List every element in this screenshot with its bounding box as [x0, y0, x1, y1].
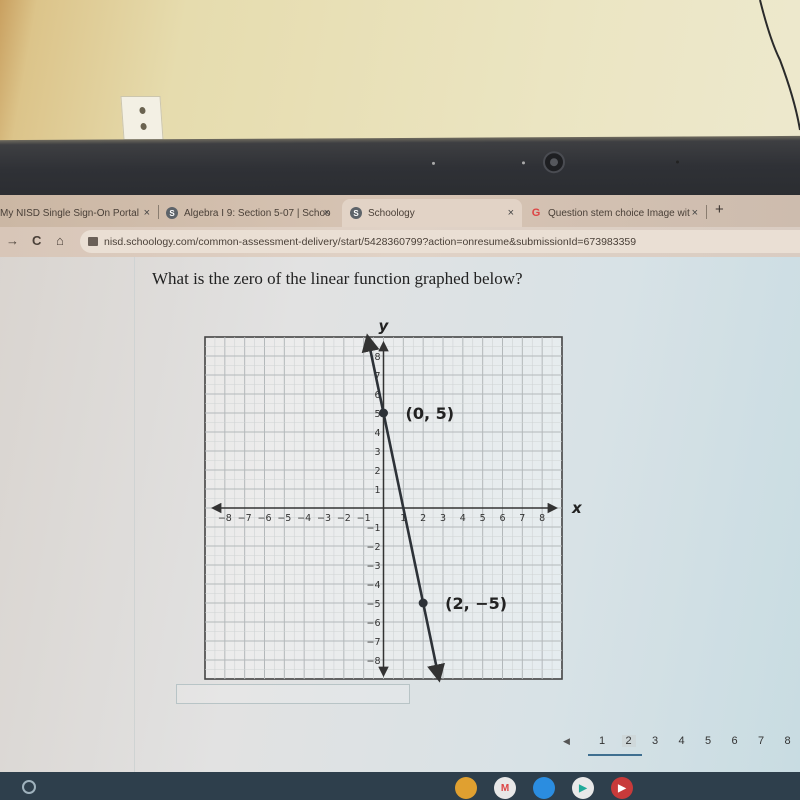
- x-axis-label: x: [571, 499, 583, 517]
- x-tick-label: 5: [480, 513, 486, 524]
- data-point: [418, 598, 428, 608]
- close-tab-icon[interactable]: ×: [508, 207, 514, 219]
- home-button[interactable]: ⌂: [56, 233, 64, 248]
- reload-button[interactable]: C: [32, 233, 41, 248]
- page-info-icon[interactable]: [88, 237, 98, 246]
- x-tick-label: −3: [317, 513, 331, 524]
- page-4-button[interactable]: 4: [675, 735, 689, 747]
- address-bar[interactable]: nisd.schoology.com/common-assessment-del…: [80, 230, 800, 253]
- close-tab-icon[interactable]: ×: [692, 207, 698, 219]
- page-3-button[interactable]: 3: [648, 735, 662, 747]
- x-tick-label: −7: [238, 513, 252, 524]
- tab-title: Schoology: [368, 207, 415, 219]
- chrome-icon[interactable]: [455, 777, 477, 799]
- launcher-icon[interactable]: [22, 780, 36, 794]
- sensor-dot: [676, 160, 679, 164]
- x-tick-label: −2: [337, 513, 351, 524]
- page-7-button[interactable]: 7: [754, 735, 768, 747]
- y-tick-label: −1: [366, 523, 380, 534]
- tab-algebra-section[interactable]: S Algebra I 9: Section 5-07 | Schoo ×: [166, 199, 338, 227]
- new-tab-button[interactable]: +: [715, 201, 724, 218]
- page-5-button[interactable]: 5: [701, 735, 715, 747]
- y-tick-label: 2: [374, 466, 380, 477]
- question-text: What is the zero of the linear function …: [152, 269, 523, 288]
- x-tick-label: −5: [277, 513, 291, 524]
- x-tick-label: 7: [519, 513, 525, 524]
- page-8-button[interactable]: 8: [781, 735, 795, 747]
- point-label: (0, 5): [406, 404, 455, 423]
- tab-nisd-portal[interactable]: My NISD Single Sign-On Portal ×: [0, 199, 158, 227]
- y-tick-label: 3: [374, 447, 380, 458]
- google-icon: G: [531, 207, 541, 219]
- question-pagination: ◀ 123 45 67 8: [555, 733, 800, 757]
- tab-bar: My NISD Single Sign-On Portal × S Algebr…: [0, 195, 800, 227]
- gmail-icon[interactable]: M: [494, 777, 516, 799]
- close-tab-icon[interactable]: ×: [324, 207, 330, 219]
- play-store-icon[interactable]: ▶: [572, 777, 594, 799]
- tab-title: Question stem choice Image wit: [548, 207, 690, 219]
- wall-outlet: [120, 96, 164, 140]
- y-tick-label: 8: [374, 352, 380, 363]
- y-tick-label: 1: [374, 485, 380, 496]
- page-2-button[interactable]: 2: [621, 735, 636, 747]
- page-6-button[interactable]: 6: [728, 735, 742, 747]
- tab-title: Algebra I 9: Section 5-07 | Schoo: [184, 207, 331, 219]
- schoology-icon: S: [166, 207, 178, 219]
- progress-underline: [588, 754, 642, 756]
- files-icon[interactable]: [533, 777, 555, 799]
- sensor-dot: [522, 161, 525, 165]
- x-tick-label: 4: [460, 513, 466, 524]
- y-axis-label: y: [379, 317, 390, 335]
- x-tick-label: −8: [218, 513, 232, 524]
- point-label: (2, −5): [445, 594, 507, 613]
- x-tick-label: 8: [539, 513, 545, 524]
- x-tick-label: 6: [499, 513, 505, 524]
- chromeos-shelf: M ▶ ▶: [0, 772, 800, 800]
- youtube-icon[interactable]: ▶: [611, 777, 633, 799]
- y-tick-label: 4: [374, 428, 380, 439]
- y-tick-label: −5: [366, 599, 380, 610]
- answer-input[interactable]: [176, 684, 410, 704]
- x-tick-label: 3: [440, 513, 446, 524]
- sensor-dot: [432, 161, 435, 165]
- y-tick-label: −7: [366, 637, 380, 648]
- y-tick-label: −8: [366, 656, 380, 667]
- tab-google-question[interactable]: G Question stem choice Image wit ×: [530, 199, 706, 227]
- browser-toolbar: → C ⌂ nisd.schoology.com/common-assessme…: [0, 227, 800, 257]
- x-tick-label: −4: [297, 513, 311, 524]
- tab-title: My NISD Single Sign-On Portal: [0, 207, 139, 219]
- y-tick-label: −2: [366, 542, 380, 553]
- laptop-bezel: [0, 135, 800, 201]
- photo-background: My NISD Single Sign-On Portal × S Algebr…: [0, 0, 800, 800]
- y-tick-label: −3: [366, 561, 380, 572]
- webcam: [543, 151, 565, 174]
- assessment-page: What is the zero of the linear function …: [0, 257, 800, 772]
- url-text[interactable]: nisd.schoology.com/common-assessment-del…: [104, 236, 636, 248]
- coordinate-graph: xy −8 −7 −6 −5 −4 −3 −2 −1 1 2 3 4 5 6 7 887654321−1−2−…: [204, 317, 583, 683]
- x-tick-label: 2: [420, 513, 426, 524]
- schoology-icon: S: [350, 207, 362, 219]
- y-tick-label: −4: [366, 580, 380, 591]
- x-tick-label: −6: [257, 513, 271, 524]
- laptop-screen: My NISD Single Sign-On Portal × S Algebr…: [0, 195, 800, 800]
- previous-page-icon[interactable]: ◀: [563, 736, 570, 747]
- page-1-button[interactable]: 1: [595, 735, 609, 747]
- tab-schoology[interactable]: S Schoology ×: [342, 199, 522, 227]
- y-tick-label: −6: [366, 618, 380, 629]
- left-panel: [0, 257, 135, 772]
- forward-button[interactable]: →: [6, 233, 19, 248]
- data-point: [379, 408, 388, 418]
- close-tab-icon[interactable]: ×: [144, 207, 150, 219]
